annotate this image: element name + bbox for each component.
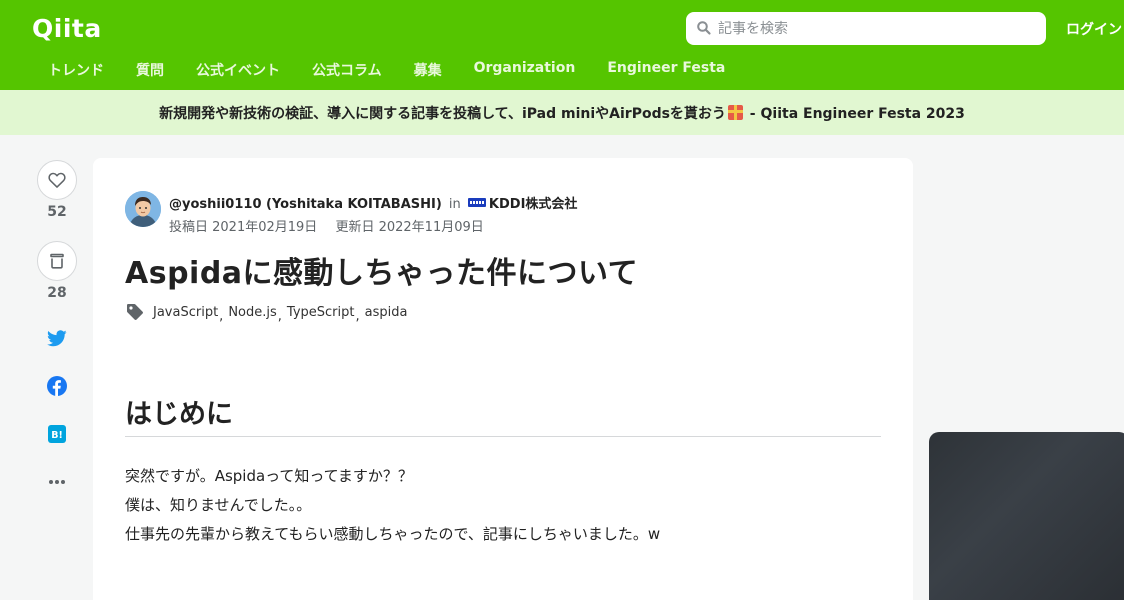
tag-aspida[interactable]: aspida — [365, 305, 408, 320]
avatar-illustration — [125, 191, 161, 227]
kddi-logo-icon — [467, 198, 486, 207]
posted-date: 投稿日 2021年02月19日 — [169, 220, 318, 235]
global-nav: トレンド 質問 公式イベント 公式コラム 募集 Organization Eng… — [32, 60, 741, 80]
heading-divider — [125, 436, 881, 437]
search-icon — [697, 21, 711, 35]
nav-item-engineer-festa[interactable]: Engineer Festa — [591, 60, 741, 80]
nav-item-trend[interactable]: トレンド — [32, 60, 120, 80]
nav-item-recruitment[interactable]: 募集 — [398, 60, 458, 80]
site-header: Qiita ログイン トレンド 質問 公式イベント 公式コラム 募集 Organ… — [0, 0, 1124, 90]
article-title: Aspidaに感動しちゃった件について — [125, 256, 639, 291]
stock-button[interactable] — [37, 241, 77, 281]
body-paragraph: 仕事先の先輩から教えてもらい感動しちゃったので、記事にしちゃいました。w — [125, 525, 661, 543]
banner-text: 新規開発や新技術の検証、導入に関する記事を投稿して、iPad miniやAirP… — [159, 103, 965, 123]
more-icon — [49, 480, 65, 484]
hatena-bookmark-icon: B! — [48, 425, 66, 443]
like-button[interactable] — [37, 160, 77, 200]
in-label: in — [448, 197, 461, 212]
facebook-share-button[interactable] — [47, 376, 67, 396]
twitter-share-button[interactable] — [47, 328, 67, 348]
body-paragraph: 僕は、知りませんでした。。 — [125, 496, 312, 514]
tag-icon — [127, 304, 143, 320]
tag-separator: , — [219, 308, 224, 324]
login-link[interactable]: ログイン — [1066, 19, 1122, 39]
author-name-link[interactable]: @yoshii0110 (Yoshitaka KOITABASHI) — [169, 197, 442, 212]
tag-separator: , — [355, 308, 360, 324]
author-line: @yoshii0110 (Yoshitaka KOITABASHI) in KD… — [169, 193, 577, 212]
svg-text:B!: B! — [51, 430, 63, 441]
body-paragraph: 突然ですが。Aspidaって知ってますか？？ — [125, 467, 413, 485]
like-count: 52 — [47, 204, 67, 220]
article-dates: 投稿日 2021年02月19日 更新日 2022年11月09日 — [169, 216, 498, 235]
updated-date: 更新日 2022年11月09日 — [335, 220, 484, 235]
hatena-bookmark-button[interactable]: B! — [47, 424, 67, 444]
search-box[interactable] — [686, 12, 1046, 45]
tag-separator: , — [277, 308, 282, 324]
banner-text-main: 新規開発や新技術の検証、導入に関する記事を投稿して、iPad miniやAirP… — [159, 105, 726, 122]
heart-icon — [48, 172, 66, 188]
more-options-button[interactable] — [47, 472, 67, 492]
tag-javascript[interactable]: JavaScript — [153, 305, 218, 320]
tag-nodejs[interactable]: Node.js — [228, 305, 276, 320]
tag-typescript[interactable]: TypeScript — [287, 305, 355, 320]
nav-item-questions[interactable]: 質問 — [120, 60, 180, 80]
search-input[interactable] — [718, 12, 1038, 45]
author-avatar[interactable] — [125, 191, 161, 227]
stock-icon — [50, 253, 64, 269]
nav-item-organization[interactable]: Organization — [458, 60, 592, 80]
section-heading: はじめに — [125, 399, 233, 430]
qiita-logo[interactable]: Qiita — [32, 14, 102, 43]
stock-count: 28 — [47, 285, 67, 301]
twitter-icon — [47, 329, 67, 346]
sidebar-promo-panel[interactable] — [929, 432, 1124, 600]
gift-icon — [727, 104, 743, 120]
banner-text-event: - Qiita Engineer Festa 2023 — [744, 105, 965, 122]
tag-list: JavaScript, Node.js, TypeScript, aspida — [125, 302, 408, 324]
nav-item-official-events[interactable]: 公式イベント — [180, 60, 296, 80]
organization-link[interactable]: KDDI株式会社 — [489, 197, 578, 212]
event-banner[interactable]: 新規開発や新技術の検証、導入に関する記事を投稿して、iPad miniやAirP… — [0, 90, 1124, 135]
facebook-icon — [47, 376, 67, 396]
nav-item-official-columns[interactable]: 公式コラム — [296, 60, 398, 80]
